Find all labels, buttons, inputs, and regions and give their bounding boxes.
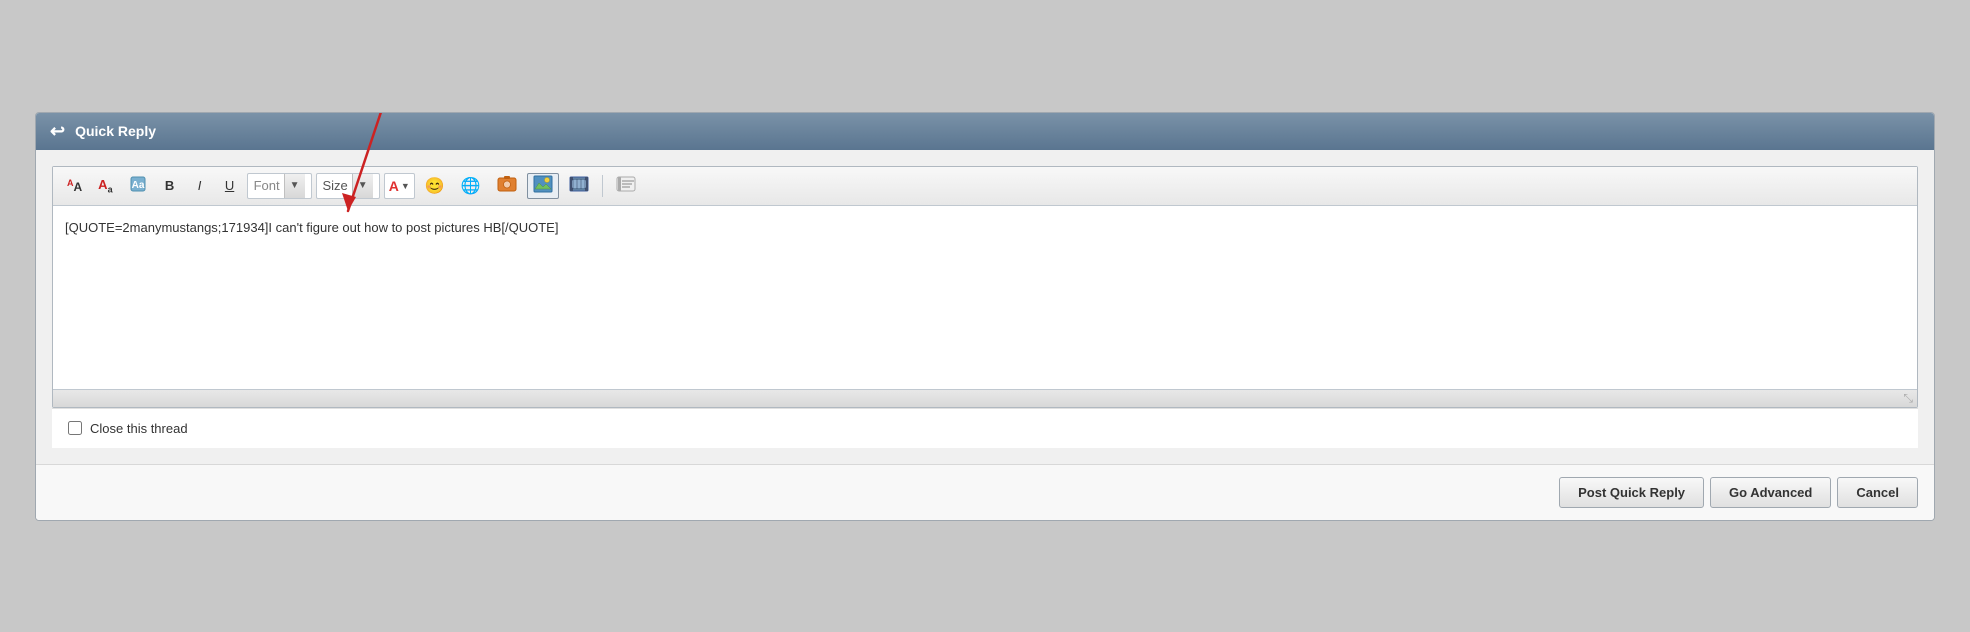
panel-header: ↩ Quick Reply bbox=[36, 113, 1934, 150]
resize-handle-area: ⤡ bbox=[53, 389, 1917, 407]
bold-button[interactable]: B bbox=[157, 173, 183, 199]
panel-title: Quick Reply bbox=[75, 123, 156, 139]
underline-button[interactable]: U bbox=[217, 173, 243, 199]
toolbar: AA Aa Aa bbox=[53, 167, 1917, 206]
text-area-wrapper: [QUOTE=2manymustangs;171934]I can't figu… bbox=[53, 206, 1917, 389]
remove-format-button[interactable]: Aa bbox=[123, 173, 153, 199]
remove-format-icon: Aa bbox=[129, 175, 147, 196]
grow-font-icon: Aa bbox=[98, 177, 112, 195]
size-dropdown-button[interactable]: ▼ bbox=[352, 174, 373, 198]
camera-button[interactable] bbox=[491, 173, 523, 199]
quote-icon bbox=[616, 175, 636, 196]
film-button[interactable] bbox=[563, 173, 595, 199]
italic-button[interactable]: I bbox=[187, 173, 213, 199]
close-thread-checkbox[interactable] bbox=[68, 421, 82, 435]
film-icon bbox=[569, 175, 589, 196]
insert-image-icon bbox=[533, 175, 553, 196]
globe-icon: 🌐 bbox=[461, 176, 481, 196]
page-wrapper: ↩ Quick Reply AA Aa bbox=[25, 102, 1945, 531]
font-color-button[interactable]: A ▼ bbox=[384, 173, 415, 199]
quote-button[interactable] bbox=[610, 173, 642, 199]
post-quick-reply-button[interactable]: Post Quick Reply bbox=[1559, 477, 1704, 508]
shrink-font-icon: AA bbox=[67, 178, 82, 194]
font-select-label: Font bbox=[254, 178, 280, 193]
quick-reply-panel: ↩ Quick Reply AA Aa bbox=[35, 112, 1935, 521]
bottom-bar: Post Quick Reply Go Advanced Cancel bbox=[36, 464, 1934, 520]
size-selector[interactable]: Size ▼ bbox=[316, 173, 380, 199]
font-color-icon: A bbox=[389, 178, 399, 194]
close-thread-label: Close this thread bbox=[90, 421, 188, 436]
color-dropdown-arrow: ▼ bbox=[401, 181, 410, 191]
editor-container: AA Aa Aa bbox=[52, 166, 1918, 408]
shrink-font-button[interactable]: AA bbox=[61, 173, 88, 199]
close-thread-row: Close this thread bbox=[52, 408, 1918, 448]
reply-textarea[interactable]: [QUOTE=2manymustangs;171934]I can't figu… bbox=[53, 206, 1917, 386]
grow-font-button[interactable]: Aa bbox=[92, 173, 118, 199]
panel-body: AA Aa Aa bbox=[36, 150, 1934, 464]
emoji-button[interactable]: 😊 bbox=[419, 173, 451, 199]
go-advanced-button[interactable]: Go Advanced bbox=[1710, 477, 1831, 508]
resize-handle[interactable]: ⤡ bbox=[1903, 392, 1913, 404]
text-area-outer: [QUOTE=2manymustangs;171934]I can't figu… bbox=[53, 206, 1917, 407]
svg-text:Aa: Aa bbox=[131, 180, 144, 191]
font-selector[interactable]: Font ▼ bbox=[247, 173, 312, 199]
camera-icon bbox=[497, 175, 517, 196]
toolbar-separator-1 bbox=[602, 175, 603, 197]
insert-image-button[interactable] bbox=[527, 173, 559, 199]
size-select-label: Size bbox=[323, 178, 348, 193]
back-icon[interactable]: ↩ bbox=[50, 121, 65, 142]
cancel-button[interactable]: Cancel bbox=[1837, 477, 1918, 508]
link-button[interactable]: 🌐 bbox=[455, 173, 487, 199]
font-dropdown-button[interactable]: ▼ bbox=[284, 174, 305, 198]
emoji-icon: 😊 bbox=[425, 176, 445, 196]
